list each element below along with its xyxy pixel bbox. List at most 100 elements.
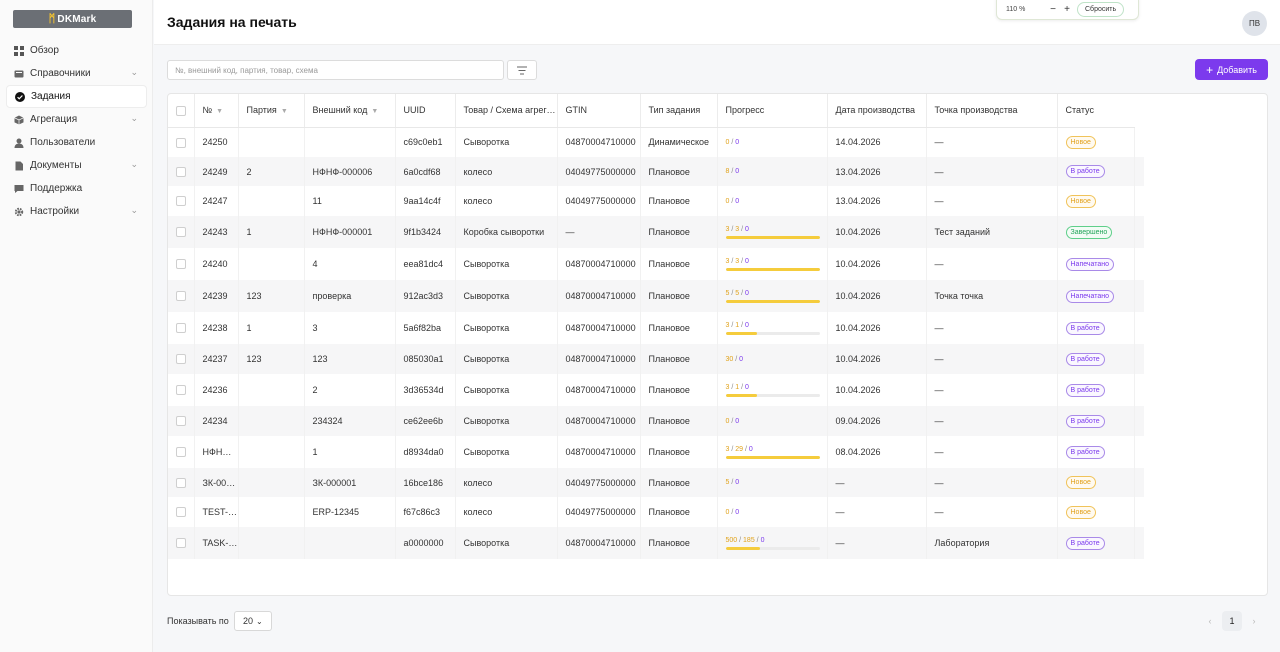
table-header-row: № ▼ Партия ▼ Внешний код ▼ UUID Товар / Схе… <box>168 94 1144 128</box>
cell-progress: 30 / 0 <box>717 344 828 374</box>
row-checkbox[interactable] <box>176 227 186 238</box>
cell-batch <box>238 468 305 497</box>
progress-text: 0 / 0 <box>725 508 740 516</box>
column-header-product[interactable]: Товар / Схема агрегации <box>455 94 558 128</box>
row-checkbox[interactable] <box>176 166 186 177</box>
status-badge: Новое <box>1065 476 1096 489</box>
row-checkbox[interactable] <box>176 538 186 549</box>
cell-point: — <box>926 248 1058 280</box>
column-header-uuid[interactable]: UUID <box>395 94 456 128</box>
cell-progress: 3 / 3 / 0 <box>717 248 828 280</box>
cell-type: Плановое <box>640 374 718 406</box>
row-checkbox[interactable] <box>176 259 186 270</box>
add-button[interactable]: + Добавить <box>1195 59 1268 80</box>
sidebar-item-label: Агрегация <box>30 114 78 125</box>
sidebar-item[interactable]: Задания <box>6 85 147 108</box>
zoom-out-button[interactable]: − <box>1046 4 1060 15</box>
table-row[interactable]: 24243 1 НФНФ-000001 9f1b3424 Коробка сыворот… <box>168 216 1144 248</box>
row-checkbox[interactable] <box>176 291 186 302</box>
sidebar-item[interactable]: Документы ⌄ <box>6 154 147 177</box>
table-row[interactable]: ЗК-000000 ЗК-00000116bce186колесо04049775… <box>168 468 1144 497</box>
row-checkbox[interactable] <box>176 196 186 207</box>
row-checkbox[interactable] <box>176 137 186 148</box>
app-logo[interactable]: ᛗ DKMark <box>13 10 132 28</box>
row-checkbox[interactable] <box>176 507 186 518</box>
table-row[interactable]: 24239 123 проверка 912ac3d3 Сыворотка 0487000… <box>168 280 1144 312</box>
filter-button[interactable] <box>507 60 537 80</box>
cell-point: Точка точка <box>926 280 1058 312</box>
sidebar-item[interactable]: Настройки ⌄ <box>6 200 147 223</box>
table-row[interactable]: 24240 4 eea81dc4 Сыворотка 04870004710000 Пла… <box>168 248 1144 280</box>
table-row[interactable]: 24238 1 3 5a6f82ba Сыворотка 04870004710000 Пл… <box>168 312 1144 344</box>
table-row[interactable]: 24236 2 3d36534d Сыворотка 04870004710000 Пла… <box>168 374 1144 406</box>
next-page-button[interactable]: › <box>1247 616 1261 626</box>
table-row[interactable]: 24249 2 НФНФ-000006 6a0cdf68 колесо 040497750… <box>168 157 1144 186</box>
search-input[interactable] <box>167 60 504 80</box>
sidebar-item[interactable]: Поддержка <box>6 177 147 200</box>
row-checkbox[interactable] <box>176 416 186 427</box>
page-size-value: 20 <box>242 616 253 626</box>
zoom-reset-button[interactable]: Сбросить <box>1077 1 1125 17</box>
table-row[interactable]: 24234 234324 ce62ee6b Сыворотка 048700047100… <box>168 406 1144 436</box>
table-row[interactable]: TASK-000000 a0000000Сыворотка048700047100… <box>168 527 1144 559</box>
cell-uuid: f67c86c3 <box>395 497 456 527</box>
page-size-select[interactable]: 20 ⌄ <box>233 611 272 631</box>
column-header-status[interactable]: Статус <box>1057 94 1134 128</box>
cell-type: Плановое <box>640 157 718 186</box>
row-select-cell <box>168 436 195 468</box>
cell-progress: 0 / 0 <box>717 497 828 527</box>
column-header-progress[interactable]: Прогресс <box>717 94 828 128</box>
cell-product: Сыворотка <box>455 312 558 344</box>
avatar[interactable]: ПВ <box>1242 11 1267 36</box>
column-header-external-code[interactable]: Внешний код ▼ <box>304 94 396 128</box>
prev-page-button[interactable]: ‹ <box>1203 616 1217 626</box>
row-checkbox[interactable] <box>176 354 186 365</box>
page-number-button[interactable]: 1 <box>1222 611 1242 631</box>
cell-point: — <box>926 344 1058 374</box>
cell-product: колесо <box>455 468 558 497</box>
table-row[interactable]: 24247 11 9aa14c4f колесо 04049775000000 Плано… <box>168 186 1144 216</box>
cell-external-code: 1 <box>304 436 396 468</box>
cell-type: Плановое <box>640 312 718 344</box>
chevron-down-icon: ⌄ <box>255 616 263 626</box>
cell-progress: 0 / 0 <box>717 186 828 216</box>
row-checkbox[interactable] <box>176 323 186 334</box>
cell-gtin: 04870004710000 <box>557 127 641 157</box>
sidebar-item-label: Справочники <box>30 68 91 79</box>
cell-status: Новое <box>1057 468 1135 497</box>
cell-product: колесо <box>455 157 558 186</box>
user-icon <box>14 138 24 148</box>
sidebar-item[interactable]: Агрегация ⌄ <box>6 108 147 131</box>
progress-text: 5 / 5 / 0 <box>725 290 749 297</box>
sidebar-item[interactable]: Обзор <box>6 39 147 62</box>
column-header-date[interactable]: Дата производства <box>827 94 927 128</box>
select-all-checkbox[interactable] <box>176 105 186 116</box>
sidebar-item[interactable]: Справочники ⌄ <box>6 62 147 85</box>
row-checkbox[interactable] <box>176 385 186 396</box>
cell-batch <box>238 527 305 559</box>
column-header-point[interactable]: Точка производства <box>926 94 1058 128</box>
cell-gtin: 04870004710000 <box>557 280 641 312</box>
sidebar-item-label: Обзор <box>30 45 59 56</box>
table-row[interactable]: 24250 c69c0eb1 Сыворотка 04870004710000 Дина… <box>168 127 1144 157</box>
row-checkbox[interactable] <box>176 477 186 488</box>
column-header-gtin[interactable]: GTIN <box>557 94 641 128</box>
cell-external-code <box>304 127 396 157</box>
table-row[interactable]: 24237 123 123 085030a1 Сыворотка 048700047100… <box>168 344 1144 374</box>
cell-point: — <box>926 374 1058 406</box>
pagination: ‹ 1 › <box>1203 611 1261 631</box>
row-checkbox[interactable] <box>176 447 186 458</box>
table-row[interactable]: TEST-000000 ERP-12345f67c86c3колесо040497… <box>168 497 1144 527</box>
table-row[interactable]: НФНФ-000000 1d8934da0Сыворотка04870004710… <box>168 436 1144 468</box>
zoom-in-button[interactable]: + <box>1060 4 1074 15</box>
cell-progress: 5 / 5 / 0 <box>717 280 828 312</box>
cell-product: Сыворотка <box>455 436 558 468</box>
progress-bar <box>725 394 820 397</box>
column-header-number[interactable]: № ▼ <box>194 94 239 128</box>
page-size-label: Показывать по <box>167 616 229 626</box>
column-header-batch[interactable]: Партия ▼ <box>238 94 305 128</box>
progress-text: 0 / 0 <box>725 417 740 425</box>
column-header-type[interactable]: Тип задания <box>640 94 718 128</box>
sidebar-item[interactable]: Пользователи <box>6 131 147 154</box>
cell-date: 10.04.2026 <box>827 248 927 280</box>
